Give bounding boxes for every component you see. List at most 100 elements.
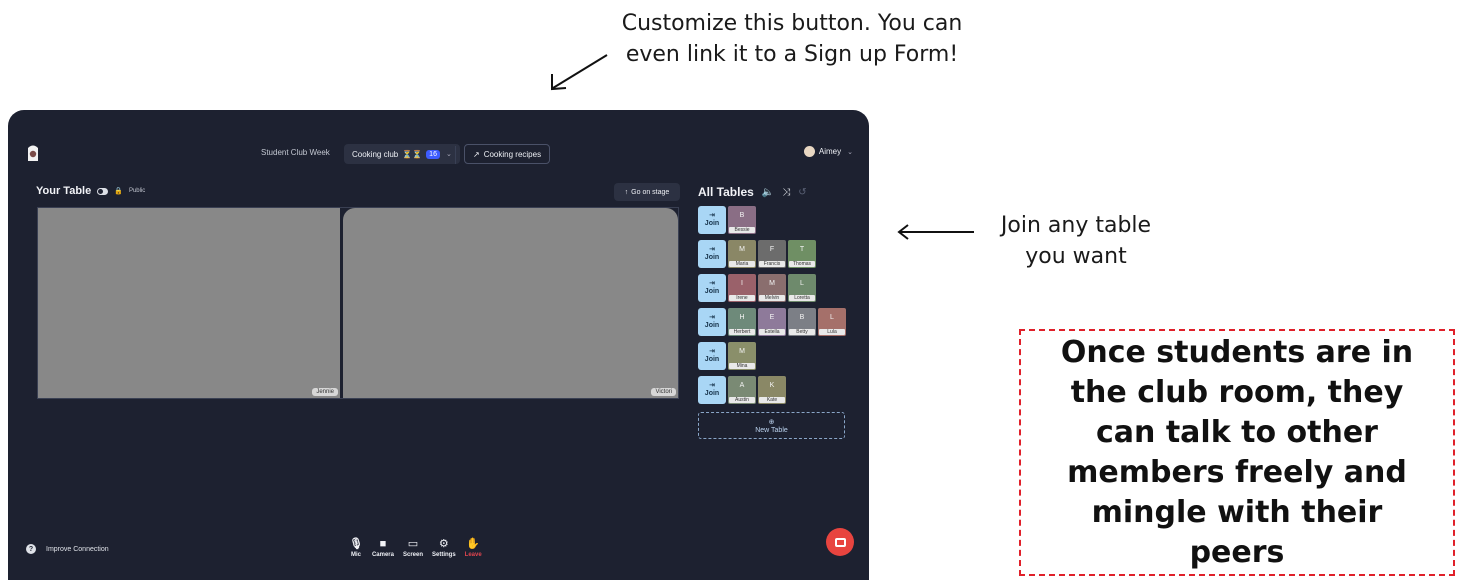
new-table-label: New Table — [755, 426, 788, 434]
external-link-icon: ↗ — [473, 149, 480, 159]
speaker-icon[interactable]: 🔈 — [762, 187, 774, 198]
join-table-button[interactable]: ⇥ Join — [698, 206, 726, 234]
leave-label: Leave — [464, 552, 482, 558]
go-on-stage-button[interactable]: ↑ Go on stage — [614, 183, 680, 201]
join-table-button[interactable]: ⇥ Join — [698, 308, 726, 336]
shuffle-icon[interactable]: ⤨ — [782, 187, 790, 198]
seat-name-tag: Francis — [759, 261, 785, 267]
room-emoji: ⏳⏳ — [402, 149, 423, 159]
seat-avatar[interactable]: K Kate — [758, 376, 786, 404]
mic-label: Mic — [350, 552, 361, 558]
enter-icon: ⇥ — [709, 314, 715, 321]
video-tile[interactable]: Jennie — [38, 208, 340, 398]
chat-icon — [834, 537, 846, 547]
chat-button[interactable] — [826, 528, 854, 556]
table-row: ⇥ Join M Mina — [698, 342, 756, 370]
join-table-button[interactable]: ⇥ Join — [698, 240, 726, 268]
screen-share-button[interactable]: ▭ Screen — [403, 538, 423, 558]
video-grid: Jennie Victori — [37, 207, 679, 399]
join-table-button[interactable]: ⇥ Join — [698, 342, 726, 370]
participant-name-tag: Victori — [651, 388, 676, 396]
video-tile[interactable]: Victori — [343, 208, 678, 398]
seat-name-tag: Loretta — [789, 295, 815, 301]
enter-icon: ⇥ — [709, 212, 715, 219]
seat-name-tag: Thomas — [789, 261, 815, 267]
seat-avatar[interactable]: M Melvin — [758, 274, 786, 302]
all-tables-header: All Tables 🔈 ⤨ ↺ — [698, 185, 807, 199]
room-selector[interactable]: Cooking club ⏳⏳ 16 ⌄ — [344, 144, 460, 164]
join-label: Join — [704, 390, 720, 397]
screen-share-icon: ▭ — [407, 538, 419, 550]
seat-avatar[interactable]: F Francis — [758, 240, 786, 268]
seat-avatar[interactable]: E Estella — [758, 308, 786, 336]
all-tables-title: All Tables — [698, 185, 754, 199]
hand-wave-icon: ✋ — [466, 538, 481, 550]
seat-avatar[interactable]: H Herbert — [728, 308, 756, 336]
event-name[interactable]: Student Club Week — [261, 148, 330, 157]
room-name: Cooking club — [352, 149, 399, 159]
lock-icon: 🔒 — [114, 188, 123, 195]
seat-avatar[interactable]: B Betty — [788, 308, 816, 336]
seat-name-tag: Maria — [729, 261, 755, 267]
join-label: Join — [704, 356, 720, 363]
call-controls: 🎙 Mic ■ Camera ▭ Screen ⚙ Settings ✋ Lea… — [349, 538, 482, 558]
seat-name-tag: Austin — [729, 397, 755, 403]
your-table-header: Your Table 🔒 Public — [36, 185, 145, 197]
chevron-down-icon: ⌄ — [847, 148, 853, 156]
join-label: Join — [704, 322, 720, 329]
join-table-button[interactable]: ⇥ Join — [698, 274, 726, 302]
chevron-down-icon: ⌄ — [445, 151, 452, 158]
top-bar: Student Club Week Cooking club ⏳⏳ 16 ⌄ ↗… — [8, 144, 869, 164]
seat-avatar[interactable]: L Lula — [818, 308, 846, 336]
cooking-recipes-button[interactable]: ↗ Cooking recipes — [464, 144, 551, 164]
join-label: Join — [704, 220, 720, 227]
seat-name-tag: Mina — [729, 363, 755, 369]
seat-avatar[interactable]: L Loretta — [788, 274, 816, 302]
join-table-button[interactable]: ⇥ Join — [698, 376, 726, 404]
seat-avatar[interactable]: M Mina — [728, 342, 756, 370]
app-window: Student Club Week Cooking club ⏳⏳ 16 ⌄ ↗… — [8, 110, 869, 580]
bottom-bar: ? Improve Connection 🎙 Mic ■ Camera ▭ Sc… — [8, 538, 869, 568]
mic-button[interactable]: 🎙 Mic — [349, 538, 363, 558]
arrow-up-icon: ↑ — [624, 188, 629, 196]
improve-connection-label: Improve Connection — [46, 545, 109, 553]
annotation-join-table: Join any table you want — [1000, 213, 1152, 269]
enter-icon: ⇥ — [709, 280, 715, 287]
callout-box: Once students are in the club room, they… — [1019, 329, 1455, 576]
camera-label: Camera — [371, 552, 394, 558]
seat-avatar[interactable]: A Austin — [728, 376, 756, 404]
table-row: ⇥ Join I Irene M Melvin L Loretta — [698, 274, 816, 302]
enter-icon: ⇥ — [709, 246, 715, 253]
seat-avatar[interactable]: B Bessie — [728, 206, 756, 234]
user-menu[interactable]: Aimey ⌄ — [803, 146, 853, 157]
history-icon[interactable]: ↺ — [798, 187, 806, 198]
user-name: Aimey — [818, 147, 842, 156]
participant-count-badge: 16 — [426, 149, 440, 159]
seat-name-tag: Irene — [729, 295, 755, 301]
seat-avatar[interactable]: M Maria — [728, 240, 756, 268]
seat-name-tag: Bessie — [729, 227, 755, 233]
camera-button[interactable]: ■ Camera — [372, 538, 394, 558]
improve-connection-button[interactable]: ? Improve Connection — [26, 544, 109, 554]
callout-text: Once students are in the club room, they… — [1060, 334, 1414, 570]
table-row: ⇥ Join A Austin K Kate — [698, 376, 786, 404]
new-table-button[interactable]: ⊕ New Table — [698, 412, 845, 439]
seat-name-tag: Lula — [819, 329, 845, 335]
leave-button[interactable]: ✋ Leave — [465, 538, 482, 558]
help-icon: ? — [26, 544, 36, 554]
your-table-title: Your Table — [36, 185, 92, 197]
link-button-label: Cooking recipes — [483, 149, 542, 159]
enter-icon: ⇥ — [709, 382, 715, 389]
camera-icon: ■ — [379, 538, 387, 550]
arrow-to-tables-icon — [897, 224, 974, 240]
settings-button[interactable]: ⚙ Settings — [432, 538, 456, 558]
screen-label: Screen — [402, 552, 423, 558]
visibility-toggle[interactable] — [97, 187, 109, 195]
seat-avatar[interactable]: T Thomas — [788, 240, 816, 268]
seat-name-tag: Kate — [759, 397, 785, 403]
table-row: ⇥ Join H Herbert E Estella B Betty L Lula — [698, 308, 846, 336]
seat-name-tag: Betty — [789, 329, 815, 335]
join-label: Join — [704, 288, 720, 295]
join-label: Join — [704, 254, 720, 261]
seat-avatar[interactable]: I Irene — [728, 274, 756, 302]
